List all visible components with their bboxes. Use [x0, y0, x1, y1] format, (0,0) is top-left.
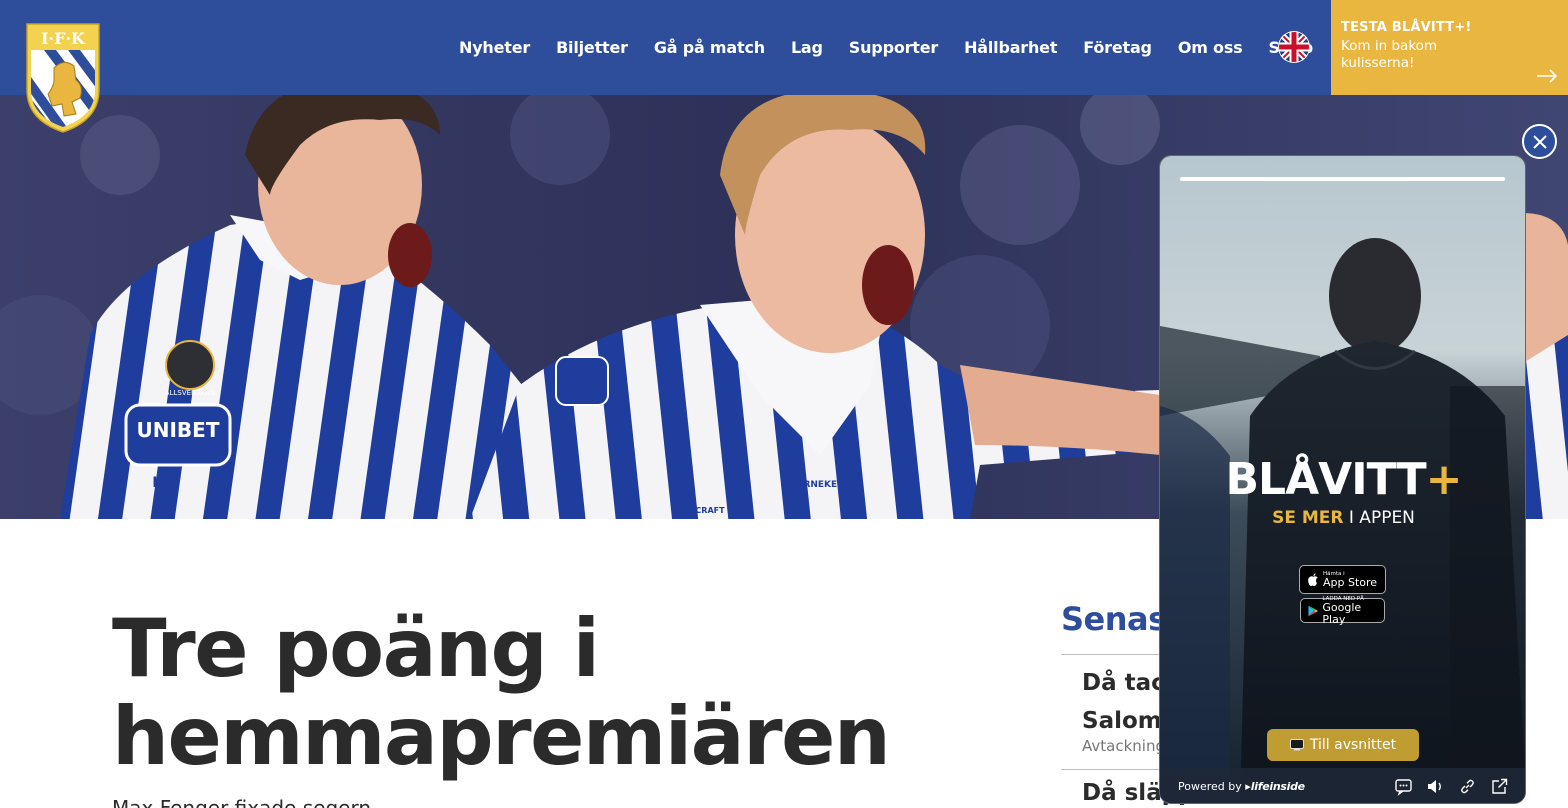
nav-item-supporter[interactable]: Supporter	[836, 38, 951, 57]
comment-icon[interactable]	[1394, 777, 1413, 796]
google-play-button[interactable]: LADDA NED PÅ Google Play	[1300, 596, 1385, 626]
tv-icon	[1289, 739, 1304, 751]
site-header: Nyheter Biljetter Gå på match Lag Suppor…	[0, 0, 1568, 95]
powered-by-label: Powered by	[1178, 780, 1242, 793]
story-brand: BLÅVITT+	[1160, 454, 1525, 505]
close-icon	[1532, 134, 1547, 149]
jersey-sponsor-text: UNIBET	[137, 418, 220, 442]
tagline-highlight: SE MER	[1272, 508, 1344, 528]
promo-title: TESTA BLÅVITT+!	[1341, 20, 1472, 35]
brand-name: BLÅVITT	[1225, 454, 1427, 505]
main-nav: Nyheter Biljetter Gå på match Lag Suppor…	[446, 0, 1326, 95]
story-close-button[interactable]	[1522, 124, 1557, 159]
page: Nyheter Biljetter Gå på match Lag Suppor…	[0, 0, 1568, 808]
article-ingress: Max Fenger fixade segern	[112, 796, 371, 808]
latest-news-category: Avtackning	[1082, 737, 1165, 755]
powered-by: Powered by ▸lifeinside	[1178, 780, 1305, 793]
story-footer-actions	[1394, 777, 1509, 796]
story-progress-bar	[1180, 177, 1505, 181]
nav-item-biljetter[interactable]: Biljetter	[543, 38, 641, 57]
jersey-kit-text: CRAFT	[695, 506, 725, 515]
app-store-button[interactable]: Hämta i App Store	[1299, 565, 1386, 594]
brand-plus: +	[1425, 454, 1463, 505]
volume-icon[interactable]	[1426, 777, 1445, 796]
nav-item-hallbarhet[interactable]: Hållbarhet	[951, 38, 1070, 57]
external-link-icon[interactable]	[1490, 777, 1509, 796]
episode-button-label: Till avsnittet	[1309, 737, 1397, 753]
uk-flag-icon[interactable]	[1278, 31, 1310, 63]
story-progress-fill	[1180, 177, 1505, 181]
link-icon[interactable]	[1458, 777, 1477, 796]
logo-text: I·F·K	[41, 29, 86, 48]
app-store-big-text: App Store	[1323, 575, 1378, 589]
nav-item-foretag[interactable]: Företag	[1070, 38, 1165, 57]
article-headline: Tre poäng i hemmapremiären	[112, 602, 891, 783]
episode-button[interactable]: Till avsnittet	[1267, 729, 1419, 761]
apple-icon	[1308, 572, 1318, 586]
promo-subtitle: Kom in bakom kulisserna!	[1341, 38, 1438, 71]
nav-item-om-oss[interactable]: Om oss	[1165, 38, 1256, 57]
jersey-club-text: IFK	[152, 475, 179, 491]
story-widget[interactable]: BLÅVITT+ SE MER I APPEN Hämta i App Stor…	[1159, 155, 1526, 804]
jersey-sponsor-2-text: SERNEKE	[791, 480, 837, 490]
nav-item-lag[interactable]: Lag	[778, 38, 836, 57]
nav-item-nyheter[interactable]: Nyheter	[446, 38, 543, 57]
story-tagline: SE MER I APPEN	[1160, 508, 1525, 528]
promo-blavitt-plus[interactable]: TESTA BLÅVITT+! Kom in bakom kulisserna!	[1331, 0, 1568, 95]
arrow-right-icon	[1537, 69, 1558, 83]
nav-item-ga-pa-match[interactable]: Gå på match	[641, 38, 778, 57]
google-play-icon	[1308, 605, 1318, 616]
powered-brand: lifeinside	[1250, 780, 1305, 793]
google-play-big-text: Google Play	[1322, 600, 1362, 626]
ifk-logo[interactable]: I·F·K	[24, 20, 102, 134]
story-footer: Powered by ▸lifeinside	[1160, 768, 1525, 803]
tagline-rest: I APPEN	[1348, 508, 1415, 528]
jersey-league-badge: ALLSVENSKAN	[165, 389, 215, 397]
